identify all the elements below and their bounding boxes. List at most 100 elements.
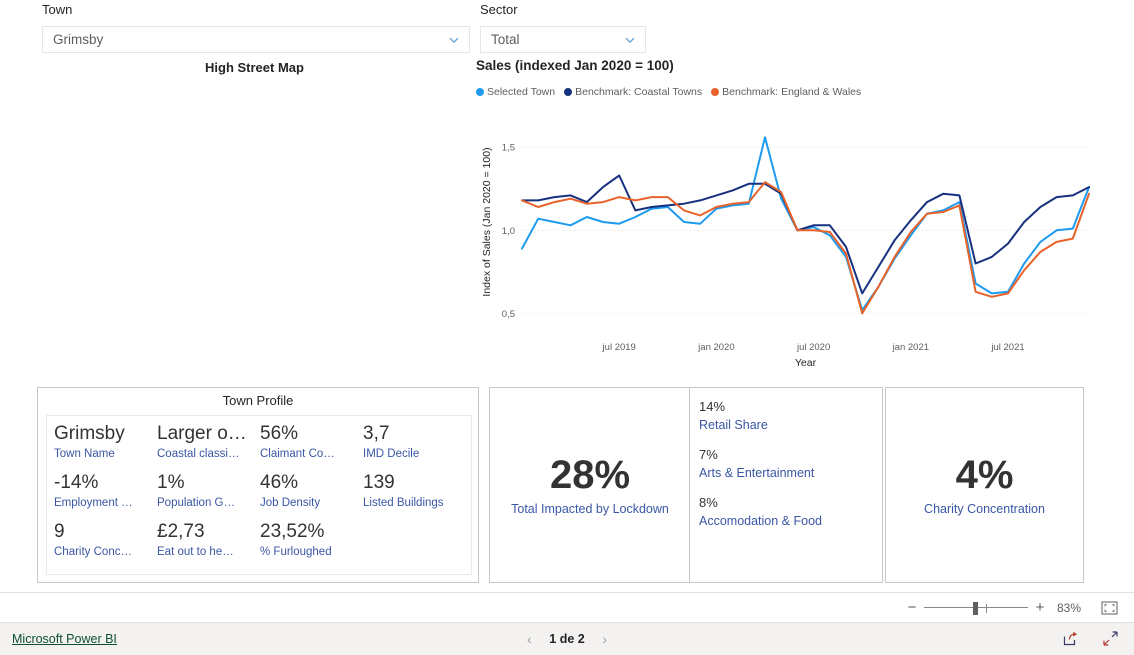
- kpi-card-sector-shares[interactable]: 14% Retail Share 7% Arts & Entertainment 8% A…: [689, 387, 883, 583]
- page-navigation: ‹ 1 de 2 ›: [523, 631, 610, 647]
- fit-to-page-icon[interactable]: [1098, 599, 1120, 617]
- sector-share-row: 14% Retail Share: [699, 397, 882, 435]
- legend-label: Benchmark: Coastal Towns: [575, 86, 703, 98]
- legend-item[interactable]: Benchmark: Coastal Towns: [564, 86, 702, 98]
- chart-title: Sales (indexed Jan 2020 = 100): [476, 58, 674, 73]
- legend-color-dot: [564, 88, 573, 96]
- profile-tile-value: -14%: [54, 472, 99, 493]
- profile-tile-value: £2,73: [157, 521, 205, 542]
- chart-series-line[interactable]: [521, 136, 1090, 312]
- high-street-map-title: High Street Map: [205, 60, 304, 75]
- profile-tile-label: Claimant Co…: [260, 448, 335, 460]
- profile-tile: 56% Claimant Co…: [260, 422, 363, 471]
- chevron-right-icon[interactable]: ›: [599, 631, 611, 647]
- y-axis-title: Index of Sales (Jan 2020 = 100): [481, 147, 493, 296]
- profile-tile-value: Grimsby: [54, 423, 125, 444]
- x-axis-tick-label: jan 2020: [697, 342, 734, 353]
- chevron-down-icon[interactable]: [623, 33, 637, 47]
- sector-share-value: 14%: [699, 399, 726, 414]
- sector-slicer-dropdown[interactable]: Total: [480, 26, 646, 53]
- profile-tile: 3,7 IMD Decile: [363, 422, 466, 471]
- profile-tile-label: Job Density: [260, 497, 321, 509]
- zoom-percentage: 83%: [1056, 600, 1082, 615]
- profile-tile: 9 Charity Conc…: [54, 520, 157, 569]
- legend-color-dot: [711, 88, 720, 96]
- y-axis-tick-label: 1,0: [502, 226, 515, 237]
- chevron-down-icon[interactable]: [447, 33, 461, 47]
- profile-tile-label: Coastal classi…: [157, 448, 240, 460]
- sector-share-row: 8% Accomodation & Food: [699, 493, 882, 531]
- profile-tile-label: Listed Buildings: [363, 497, 444, 509]
- profile-tile-value: 56%: [260, 423, 299, 444]
- report-canvas: Town Grimsby Sector Total High Street Ma…: [0, 0, 1134, 592]
- profile-tile: £2,73 Eat out to he…: [157, 520, 260, 569]
- powerbi-brand-link[interactable]: Microsoft Power BI: [12, 632, 117, 646]
- town-slicer-value: Grimsby: [53, 32, 104, 47]
- profile-tile: Grimsby Town Name: [54, 422, 157, 471]
- profile-tile: 46% Job Density: [260, 471, 363, 520]
- profile-tile: Larger o… Coastal classi…: [157, 422, 260, 471]
- profile-tile-label: % Furloughed: [260, 546, 332, 558]
- town-profile-card[interactable]: Town Profile Grimsby Town Name Larger o… Co…: [37, 387, 479, 583]
- legend-label: Selected Town: [487, 86, 556, 98]
- footer-actions: [1062, 630, 1120, 648]
- profile-tile: 23,52% % Furloughed: [260, 520, 363, 569]
- y-axis-tick-label: 0,5: [502, 309, 515, 320]
- share-icon[interactable]: [1062, 630, 1080, 648]
- high-street-map-visual[interactable]: [37, 80, 477, 375]
- profile-tile-value: 9: [54, 521, 65, 542]
- profile-tile-label: Town Name: [54, 448, 115, 460]
- sector-share-label: Arts & Entertainment: [699, 466, 815, 480]
- profile-tile-value: 1%: [157, 472, 185, 493]
- town-profile-title: Town Profile: [222, 393, 294, 408]
- sector-share-label: Accomodation & Food: [699, 514, 822, 528]
- profile-tile-value: Larger o…: [157, 423, 247, 444]
- chart-series-line[interactable]: [521, 174, 1090, 295]
- profile-tile: 1% Population G…: [157, 471, 260, 520]
- profile-tile-value: 139: [363, 472, 395, 493]
- kpi-value: 4%: [955, 453, 1014, 497]
- profile-tile-label: IMD Decile: [363, 448, 420, 460]
- sector-share-row: 7% Arts & Entertainment: [699, 445, 882, 483]
- profile-tile-label: Employment …: [54, 497, 133, 509]
- chevron-left-icon[interactable]: ‹: [523, 631, 535, 647]
- legend-item[interactable]: Selected Town: [476, 86, 555, 98]
- zoom-in-button[interactable]: +: [1032, 600, 1048, 615]
- profile-tile: 139 Listed Buildings: [363, 471, 466, 520]
- town-slicer-label: Town: [42, 2, 73, 17]
- sector-slicer-value: Total: [491, 32, 520, 47]
- kpi-label: Total Impacted by Lockdown: [511, 502, 669, 516]
- kpi-label: Charity Concentration: [924, 502, 1045, 516]
- zoom-slider-thumb[interactable]: [973, 601, 978, 615]
- town-slicer-dropdown[interactable]: Grimsby: [42, 26, 470, 53]
- profile-tile-value: 23,52%: [260, 521, 325, 542]
- sales-index-line-chart[interactable]: Sales (indexed Jan 2020 = 100) Selected …: [474, 58, 1094, 383]
- chart-legend[interactable]: Selected Town Benchmark: Coastal Towns Ben…: [476, 86, 861, 98]
- profile-tile-value: 3,7: [363, 423, 390, 444]
- profile-tile-label: Charity Conc…: [54, 546, 132, 558]
- kpi-card-total-impacted[interactable]: 28% Total Impacted by Lockdown: [489, 387, 691, 583]
- chart-svg: 0,5 1,0 1,5 Index of Sales (Jan 2020 = 100)…: [481, 136, 1090, 369]
- profile-tile: -14% Employment …: [54, 471, 157, 520]
- kpi-card-charity-concentration[interactable]: 4% Charity Concentration: [885, 387, 1084, 583]
- legend-label: Benchmark: England & Wales: [722, 86, 862, 98]
- zoom-out-button[interactable]: −: [904, 600, 920, 615]
- sector-slicer-label: Sector: [480, 2, 518, 17]
- page-indicator: 1 de 2: [549, 632, 585, 646]
- legend-color-dot: [476, 88, 484, 96]
- profile-tile-label: Eat out to he…: [157, 546, 234, 558]
- x-axis-tick-label: jul 2020: [796, 342, 830, 353]
- zoom-slider[interactable]: [924, 601, 1028, 615]
- profile-tile-label: Population G…: [157, 497, 235, 509]
- x-axis-tick-label: jul 2019: [602, 342, 636, 353]
- sector-share-value: 8%: [699, 495, 718, 510]
- profile-tile-value: 46%: [260, 472, 299, 493]
- x-axis-tick-label: jul 2021: [990, 342, 1024, 353]
- fullscreen-icon[interactable]: [1102, 630, 1120, 648]
- zoom-slider-tick: [986, 603, 987, 613]
- legend-item[interactable]: Benchmark: England & Wales: [711, 86, 861, 98]
- zoom-toolbar: − + 83%: [0, 592, 1134, 622]
- sector-share-list: 14% Retail Share 7% Arts & Entertainment 8% A…: [690, 388, 882, 531]
- kpi-content: 28% Total Impacted by Lockdown: [490, 451, 690, 519]
- kpi-content: 4% Charity Concentration: [886, 451, 1083, 519]
